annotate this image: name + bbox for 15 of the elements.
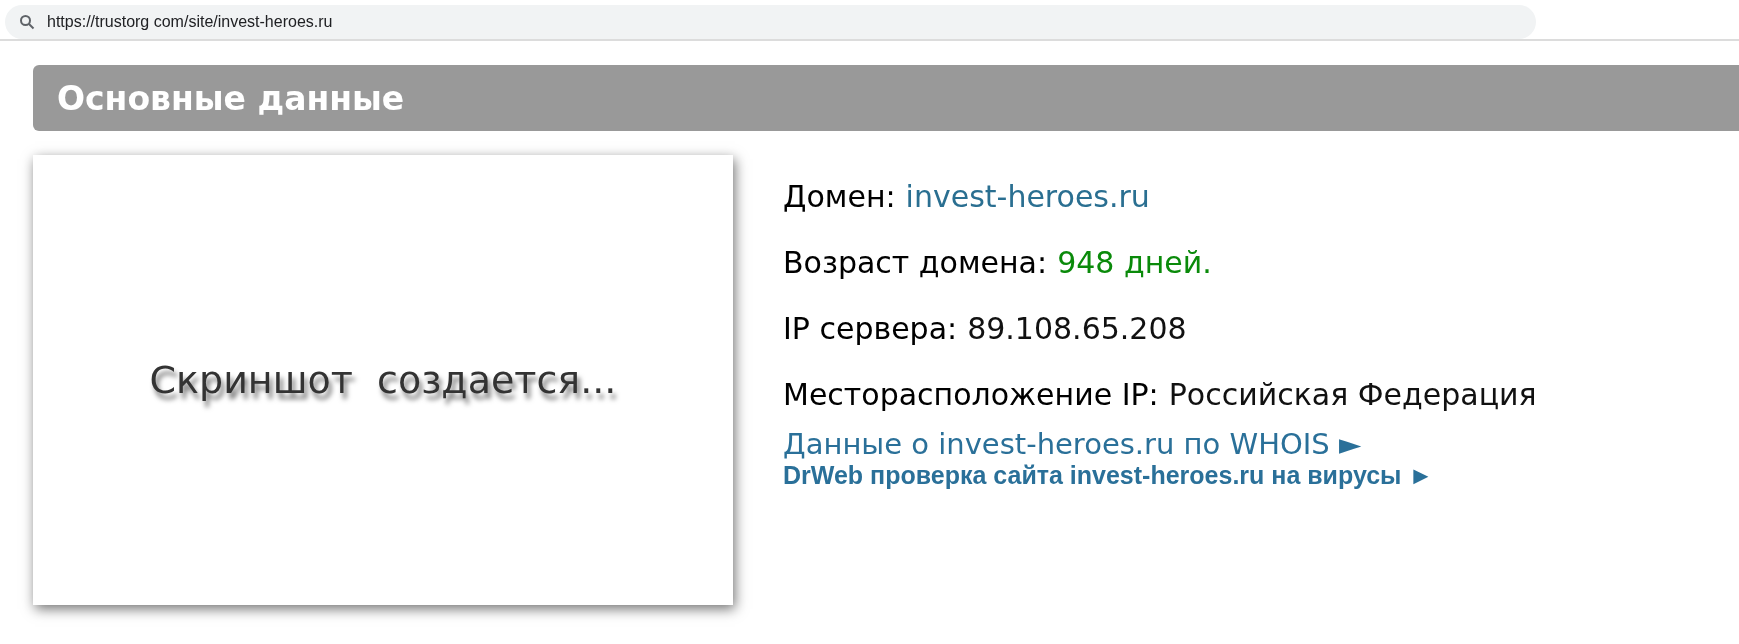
domain-link[interactable]: invest-heroes.ru xyxy=(905,178,1150,214)
field-label: Домен: xyxy=(783,178,896,214)
search-icon xyxy=(19,14,35,30)
field-value: 948 дней. xyxy=(1057,244,1212,280)
field-label: Возраст домена: xyxy=(783,244,1048,280)
text-link[interactable]: Данные о invest-heroes.ru по WHOIS ► xyxy=(783,427,1362,461)
section-title: Основные данные xyxy=(57,78,405,118)
field-label: IP сервера: xyxy=(783,310,958,346)
field-value: Российская Федерация xyxy=(1168,376,1537,412)
text-link[interactable]: DrWeb проверка сайта invest-heroes.ru на вирусы ► xyxy=(783,461,1434,489)
field-label: Месторасположение IP: xyxy=(783,376,1159,412)
field-value: 89.108.65.208 xyxy=(967,310,1187,346)
address-bar[interactable]: https://trustorg com/site/invest-heroes.ru xyxy=(5,5,1536,39)
url-text: https://trustorg com/site/invest-heroes.ru xyxy=(47,13,333,31)
placeholder-text: Скриншот создается... xyxy=(149,358,617,402)
